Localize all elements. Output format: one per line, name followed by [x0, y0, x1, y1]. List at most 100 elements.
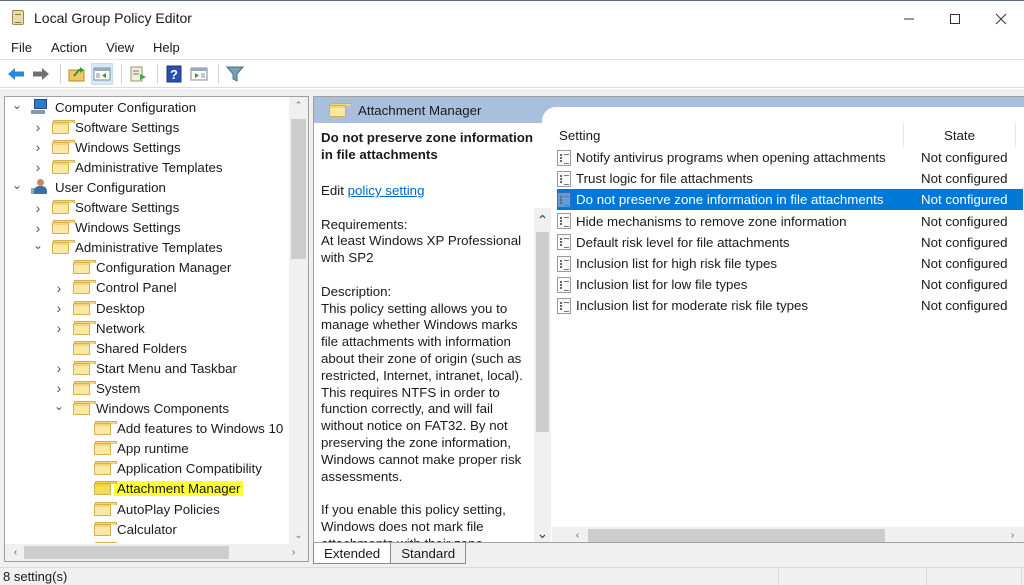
tree-item[interactable]: App runtime	[74, 439, 189, 459]
setting-state: Not configured	[921, 213, 1008, 229]
edit-policy-setting-link[interactable]: policy setting	[348, 183, 425, 198]
menu-action[interactable]: Action	[39, 40, 94, 55]
chevron-right-icon[interactable]: ›	[53, 280, 65, 296]
list-item[interactable]: Trust logic for file attachments Not conf…	[557, 168, 1023, 189]
forward-button[interactable]	[30, 63, 52, 85]
setting-name: Hide mechanisms to remove zone informati…	[576, 213, 847, 229]
policy-setting-icon	[557, 213, 571, 230]
chevron-right-icon[interactable]: ›	[53, 300, 65, 316]
tree-item[interactable]: › Windows Settings	[32, 137, 181, 157]
tab-standard[interactable]: Standard	[390, 543, 467, 564]
folder-icon	[94, 421, 117, 436]
maximize-button[interactable]	[932, 1, 978, 36]
list-horizontal-scrollbar[interactable]: ‹ ›	[552, 527, 1024, 542]
tree-item[interactable]: Shared Folders	[53, 338, 187, 358]
chevron-right-icon[interactable]: ›	[53, 320, 65, 336]
scroll-right-arrow[interactable]: ›	[285, 544, 302, 561]
scroll-right-arrow[interactable]: ›	[1004, 527, 1021, 542]
tree-item[interactable]: ⌄ Computer Configuration	[11, 97, 196, 117]
scroll-down-arrow[interactable]: ⌄	[289, 527, 308, 544]
tree-item[interactable]: Add features to Windows 10	[74, 419, 283, 439]
list-item[interactable]: Hide mechanisms to remove zone informati…	[557, 211, 1023, 232]
tree-item[interactable]: › Control Panel	[53, 278, 177, 298]
list-item[interactable]: Default risk level for file attachments N…	[557, 232, 1023, 253]
filter-button[interactable]	[224, 63, 246, 85]
details-header: Attachment Manager	[314, 97, 1024, 127]
tree-item[interactable]: › Desktop	[53, 298, 145, 318]
tree-item[interactable]: ⌄ Windows Components	[53, 399, 229, 419]
details-header-title: Attachment Manager	[358, 102, 482, 118]
scroll-thumb[interactable]	[536, 232, 549, 432]
scroll-thumb[interactable]	[291, 119, 306, 259]
tree-item[interactable]: › Start Menu and Taskbar	[53, 358, 237, 378]
list-item[interactable]: Notify antivirus programs when opening a…	[557, 147, 1023, 168]
setting-name: Notify antivirus programs when opening a…	[576, 150, 886, 165]
menu-view[interactable]: View	[94, 40, 141, 55]
description-vertical-scrollbar[interactable]: ⌃ ⌄	[534, 208, 551, 542]
scroll-thumb[interactable]	[588, 529, 885, 542]
tree-item[interactable]: › Network	[53, 318, 145, 338]
folder-icon	[73, 340, 96, 355]
tree-item[interactable]: › Software Settings	[32, 198, 180, 218]
tree-item[interactable]: Application Compatibility	[74, 459, 262, 479]
column-header-state[interactable]: State	[904, 123, 1016, 147]
close-button[interactable]	[978, 1, 1024, 36]
up-one-level-button[interactable]	[66, 63, 88, 85]
tree-item-label: Configuration Manager	[96, 260, 232, 276]
tree-item[interactable]: AutoPlay Policies	[74, 499, 220, 519]
chevron-down-icon[interactable]: ⌄	[11, 178, 23, 192]
setting-name: Trust logic for file attachments	[576, 171, 753, 187]
list-item[interactable]: Inclusion list for high risk file types N…	[557, 253, 1023, 274]
chevron-right-icon[interactable]: ›	[32, 200, 44, 216]
chevron-right-icon[interactable]: ›	[53, 360, 65, 376]
tree-item[interactable]: ⌄ Administrative Templates	[32, 238, 223, 258]
tab-extended[interactable]: Extended	[313, 543, 392, 564]
minimize-button[interactable]	[886, 1, 932, 36]
help-button[interactable]: ?	[163, 63, 185, 85]
menu-help[interactable]: Help	[141, 40, 187, 55]
scroll-up-arrow[interactable]: ⌃	[289, 97, 308, 114]
list-item[interactable]: Inclusion list for moderate risk file ty…	[557, 295, 1023, 316]
tree-item-label: System	[96, 380, 141, 396]
chevron-right-icon[interactable]: ›	[32, 119, 44, 135]
console-tree: ⌄ Computer Configuration › Software Setting…	[4, 96, 309, 562]
tree-item[interactable]: › Windows Settings	[32, 218, 181, 238]
tree-item[interactable]: › Software Settings	[32, 117, 180, 137]
scroll-left-arrow[interactable]: ‹	[569, 527, 586, 542]
details-pane: Attachment Manager Do not preserve zone …	[313, 96, 1024, 543]
tree-item[interactable]: › System	[53, 378, 141, 398]
chevron-right-icon[interactable]: ›	[32, 220, 44, 236]
menu-file[interactable]: File	[0, 40, 39, 55]
tree-item[interactable]: ⌄ User Configuration	[11, 177, 166, 197]
list-item[interactable]: Do not preserve zone information in file…	[557, 189, 1023, 211]
chevron-down-icon[interactable]: ⌄	[32, 238, 44, 252]
tree-vertical-scrollbar[interactable]: ⌃ ⌄	[289, 97, 308, 544]
show-hide-console-tree-button[interactable]	[91, 63, 113, 85]
tree-item-label: Start Menu and Taskbar	[96, 360, 237, 376]
tree-item[interactable]: › Administrative Templates	[32, 157, 223, 177]
chevron-right-icon[interactable]: ›	[32, 159, 44, 175]
expander-placeholder	[53, 262, 65, 274]
chevron-down-icon[interactable]: ⌄	[53, 399, 65, 413]
folder-icon	[52, 220, 75, 235]
tree-item[interactable]: Cloud Content	[74, 539, 202, 543]
scroll-down-arrow[interactable]: ⌄	[534, 525, 551, 542]
expander-placeholder	[53, 342, 65, 354]
chevron-down-icon[interactable]: ⌄	[11, 98, 23, 112]
scroll-thumb[interactable]	[24, 546, 229, 559]
maximize-icon	[950, 13, 960, 24]
column-header-setting[interactable]: Setting	[552, 123, 904, 147]
chevron-right-icon[interactable]: ›	[53, 380, 65, 396]
scroll-up-arrow[interactable]: ⌃	[534, 212, 551, 229]
list-item[interactable]: Inclusion list for low file types Not con…	[557, 274, 1023, 295]
tree-item[interactable]: Configuration Manager	[53, 258, 231, 278]
scroll-left-arrow[interactable]: ‹	[7, 544, 24, 561]
tree-item[interactable]: Attachment Manager	[74, 479, 244, 499]
tree-item[interactable]: Calculator	[74, 519, 177, 539]
tree-item-label: Calculator	[117, 521, 177, 537]
back-button[interactable]	[5, 63, 27, 85]
show-hide-action-pane-button[interactable]	[188, 63, 210, 85]
chevron-right-icon[interactable]: ›	[32, 139, 44, 155]
tree-horizontal-scrollbar[interactable]: ‹ ›	[5, 544, 308, 561]
export-list-button[interactable]	[127, 63, 149, 85]
